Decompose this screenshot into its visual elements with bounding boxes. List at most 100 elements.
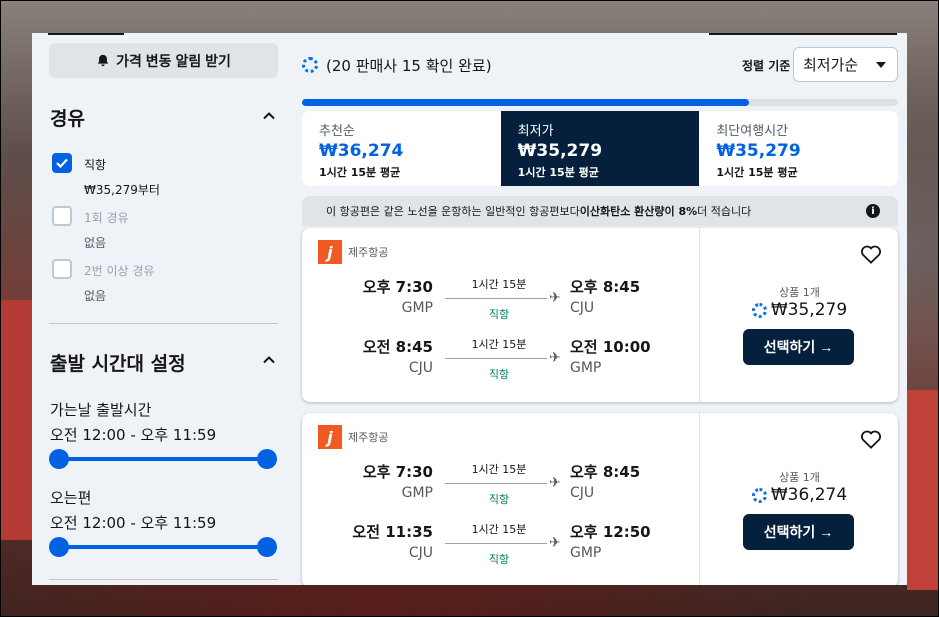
select-button[interactable]: 선택하기 → [743,514,854,550]
flight-results-app: 가격 변동 알림 받기 경유 직항 ₩35,279부터 1회 경유 없음 2번 … [32,33,907,585]
tab-price: ₩35,279 [517,141,603,161]
flight-duration: 1시간 15분 [471,523,527,536]
arrival-time: 오전 10:00 [570,338,651,356]
price-alert-label: 가격 변동 알림 받기 [116,52,231,69]
departure-airport: GMP [401,300,433,316]
airline: j 제주항공 [318,240,388,264]
stops-label: 직항 [488,553,510,566]
heart-icon[interactable] [860,429,882,449]
result-card[interactable]: j 제주항공 오후 7:30 GMP 1시간 15분 ✈ 직항 오후 8:45 … [302,413,898,585]
outbound-leg: 오후 7:30 GMP 1시간 15분 ✈ 직항 오후 8:45 CJU [302,276,699,326]
caret-down-icon [876,62,886,68]
stop-option-sub: 없음 [84,289,107,303]
stops-label: 직항 [488,493,510,506]
tab-label: 최저가 [517,124,554,139]
deals-count: 상품 1개 [779,286,820,299]
outbound-leg: 오후 7:30 GMP 1시간 15분 ✈ 직항 오후 8:45 CJU [302,461,699,511]
sidebar-divider [49,323,278,324]
departure-airport: CJU [408,545,433,561]
departure-times-title: 출발 시간대 설정 [50,353,186,375]
departure-time: 오전 8:45 [362,338,433,356]
outbound-time-slider[interactable] [49,449,277,469]
sort-label: 정렬 기준 [742,59,791,73]
price-row: ₩36,274 [700,485,899,505]
slider-handle-start[interactable] [49,537,69,557]
price-row: ₩35,279 [700,300,899,320]
flight-duration: 1시간 15분 [471,463,527,476]
stop-option-label: 1회 경유 [84,211,129,225]
search-progress-bar [302,99,898,106]
arrival-airport: GMP [570,360,602,376]
spinner-icon [751,487,767,503]
tab-label: 최단여행시간 [716,124,789,139]
plane-icon: ✈ [549,535,561,551]
stops-label: 직항 [488,368,510,381]
plane-icon: ✈ [549,290,561,306]
slider-handle-end[interactable] [257,449,277,469]
search-status: (20 판매사 15 확인 완료) [302,51,492,79]
tab-price: ₩36,274 [319,141,404,161]
tab-duration: 1시간 15분 평균 [517,166,599,179]
sort-dropdown[interactable]: 최저가순 [793,47,898,82]
tab-duration: 1시간 15분 평균 [716,166,798,179]
info-icon[interactable]: i [866,204,880,218]
tab-best[interactable]: 추천순 ₩36,274 1시간 15분 평균 [302,111,501,186]
return-leg: 오전 8:45 CJU 1시간 15분 ✈ 직항 오전 10:00 GMP [302,336,699,386]
itinerary: j 제주항공 오후 7:30 GMP 1시간 15분 ✈ 직항 오후 8:45 … [302,413,699,585]
inbound-time-label: 오는편 [50,489,92,507]
outbound-time-label: 가는날 출발시간 [50,401,152,419]
outbound-time-range: 오전 12:00 - 오후 11:59 [50,426,217,444]
checkbox-two-plus [52,259,72,279]
route-line [445,483,547,484]
background-decor-right [907,390,939,590]
slider-handle-end[interactable] [257,537,277,557]
tab-duration: 1시간 15분 평균 [319,166,401,179]
departure-time: 오후 7:30 [362,278,433,296]
arrival-time: 오후 12:50 [570,523,651,541]
result-card[interactable]: j 제주항공 오후 7:30 GMP 1시간 15분 ✈ 직항 오후 8:45 … [302,228,898,402]
chevron-up-icon[interactable] [262,109,276,123]
eco-notice: 이 항공편은 같은 노선을 운항하는 일반적인 항공편보다 이산화탄소 환산량이… [302,196,898,226]
tab-cheapest[interactable]: 최저가 ₩35,279 1시간 15분 평균 [500,111,700,186]
sort-value: 최저가순 [803,56,859,74]
stop-option-label: 2번 이상 경유 [84,264,155,278]
itinerary: j 제주항공 오후 7:30 GMP 1시간 15분 ✈ 직항 오후 8:45 … [302,228,699,402]
route-line [445,358,547,359]
price-panel: 상품 1개 ₩36,274 선택하기 → [699,413,898,585]
stop-option-label: 직항 [84,158,107,172]
plane-icon: ✈ [549,475,561,491]
stops-label: 직항 [488,308,510,321]
spinner-icon [302,57,318,73]
plane-icon: ✈ [549,350,561,366]
results-main: (20 판매사 15 확인 완료) 정렬 기준 최저가순 추천순 ₩36,274… [302,33,907,585]
inbound-time-range: 오전 12:00 - 오후 11:59 [50,514,217,532]
tab-price: ₩35,279 [716,141,801,161]
slider-handle-start[interactable] [49,449,69,469]
status-text: (20 판매사 15 확인 완료) [326,56,492,75]
price-alert-button[interactable]: 가격 변동 알림 받기 [49,43,278,78]
departure-time: 오후 7:30 [362,463,433,481]
arrival-airport: CJU [570,300,595,316]
airline-logo: j [318,425,342,449]
heart-icon[interactable] [860,244,882,264]
tab-fastest[interactable]: 최단여행시간 ₩35,279 1시간 15분 평균 [699,111,898,186]
airline-name: 제주항공 [348,246,389,259]
inbound-time-slider[interactable] [49,537,277,557]
price-panel: 상품 1개 ₩35,279 선택하기 → [699,228,898,402]
departure-airport: CJU [408,360,433,376]
chevron-up-icon[interactable] [262,353,276,367]
eco-notice-highlight: 이산화탄소 환산량이 8% [579,205,698,218]
stop-option-direct[interactable]: 직항 ₩35,279부터 [52,153,160,198]
check-icon [56,158,68,168]
return-leg: 오전 11:35 CJU 1시간 15분 ✈ 직항 오후 12:50 GMP [302,521,699,571]
checkbox-direct[interactable] [52,153,72,173]
eco-notice-suffix: 더 적습니다 [697,205,752,218]
eco-notice-prefix: 이 항공편은 같은 노선을 운항하는 일반적인 항공편보다 [326,205,580,218]
select-button[interactable]: 선택하기 → [743,329,854,365]
arrival-time: 오후 8:45 [570,463,641,481]
flight-duration: 1시간 15분 [471,278,527,291]
airline-logo: j [318,240,342,264]
price: ₩35,279 [770,300,848,320]
stop-option-sub: 없음 [84,236,107,250]
checkbox-one-stop [52,206,72,226]
